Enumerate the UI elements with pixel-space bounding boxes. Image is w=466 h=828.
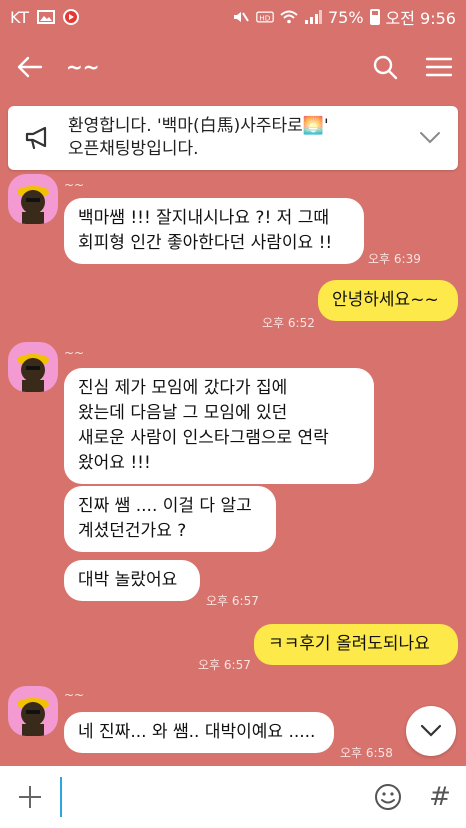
mute-icon [233,12,249,22]
battery-percent: 75% [327,7,364,27]
emoji-button[interactable] [362,766,414,828]
megaphone-icon [8,126,68,150]
sender-name: ~~ [64,688,85,702]
search-button[interactable] [358,34,412,100]
message-input[interactable] [60,777,362,817]
attach-button[interactable] [0,766,60,828]
my-message-bubble[interactable]: ㅋㅋ후기 올려도되나요 [254,624,458,665]
plus-icon [19,786,41,808]
scroll-to-bottom-button[interactable] [406,706,456,756]
message-time: 오후 6:57 [198,658,251,672]
signal-icon [304,10,322,24]
emoji-icon [375,784,401,810]
avatar[interactable] [8,174,58,224]
chevron-down-icon [420,132,440,144]
notice-expand-button[interactable] [402,131,458,145]
message-bubble[interactable]: 진심 제가 모임에 갔다가 집에 왔는데 다음날 그 모임에 있던 새로운 사람… [64,368,374,484]
message-time: 오후 6:58 [340,746,393,760]
status-bar: KT HD 75% 오전 9:56 [0,0,466,34]
battery-icon [369,9,380,25]
message-input-bar: # [0,766,466,828]
notice-banner[interactable]: 환영합니다. '백마(白馬)사주타로🌅' 오픈채팅방입니다. [8,106,458,170]
avatar[interactable] [8,686,58,736]
search-icon [373,55,398,80]
message-time: 오후 6:39 [368,252,421,266]
gallery-icon [37,10,56,24]
sender-name: ~~ [64,346,85,360]
chat-header: ~~ [0,34,466,100]
message-bubble[interactable]: 대박 놀랐어요 [64,560,200,601]
message-bubble[interactable]: 네 진짜... 와 쌤.. 대박이예요 ..... [64,712,334,753]
chevron-down-icon [420,724,442,737]
clock: 오전 9:56 [385,9,456,28]
hd-icon: HD [256,11,274,23]
notice-text-line1: 환영합니다. '백마(白馬)사주타로🌅' [68,116,329,136]
chat-area[interactable]: ~~ 백마쌤 !!! 잘지내시나요 ?! 저 그때 회피형 인간 좋아한다던 사… [0,170,466,766]
message-bubble[interactable]: 진짜 쌤 .... 이걸 다 알고 계셨던건가요 ? [64,486,276,552]
message-bubble[interactable]: 백마쌤 !!! 잘지내시나요 ?! 저 그때 회피형 인간 좋아한다던 사람이요… [64,198,364,264]
hashtag-icon: # [429,782,451,812]
hamburger-menu-icon [425,57,453,77]
menu-button[interactable] [412,34,466,100]
sender-name: ~~ [64,178,85,192]
wifi-icon [280,10,298,24]
carrier-label: KT [10,7,30,27]
my-message-bubble[interactable]: 안녕하세요~~ [318,280,458,321]
avatar[interactable] [8,342,58,392]
message-time: 오후 6:52 [262,316,315,330]
back-button[interactable] [0,34,60,100]
message-time: 오후 6:57 [206,594,259,608]
back-arrow-icon [17,56,43,78]
youtube-icon [63,9,80,25]
notice-text-line2: 오픈채팅방입니다. [68,139,199,159]
hashtag-button[interactable]: # [414,766,466,828]
chat-title: ~~ [66,55,100,79]
svg-text:HD: HD [259,13,271,22]
